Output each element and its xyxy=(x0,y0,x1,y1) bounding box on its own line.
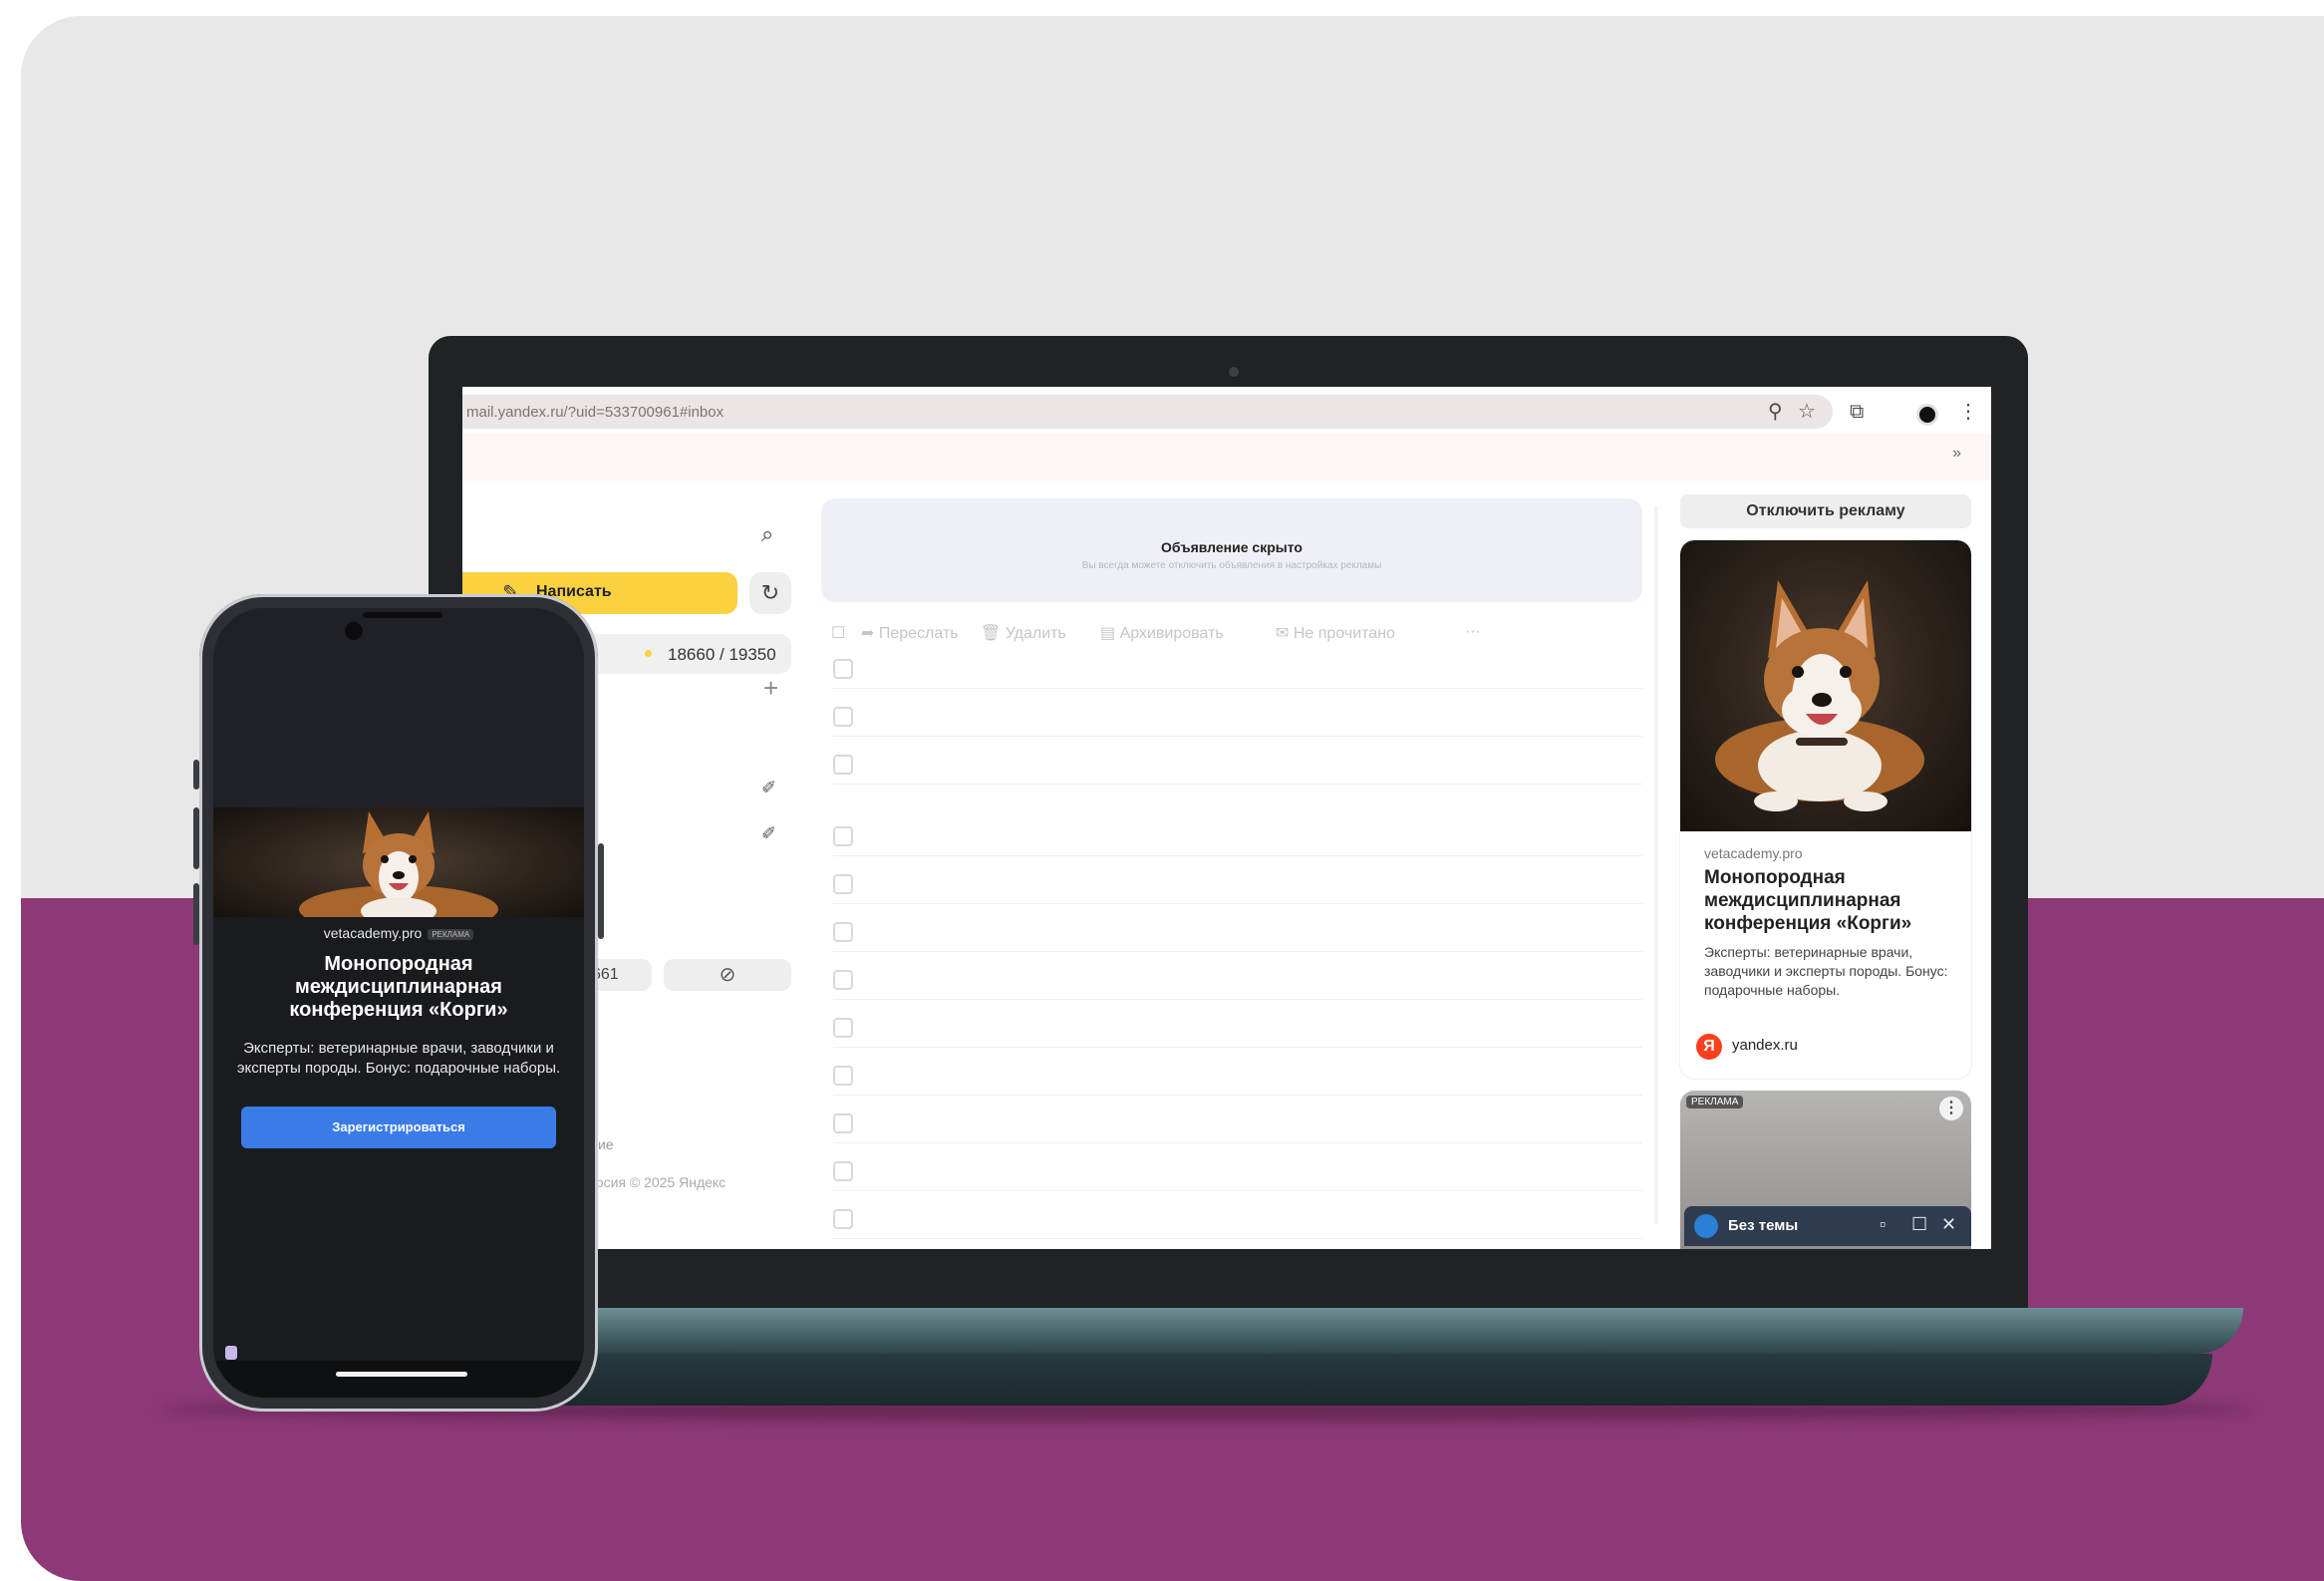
phone-volume-up xyxy=(193,807,199,869)
url-text[interactable]: mail.yandex.ru/?uid=533700961#inbox xyxy=(466,404,724,421)
laptop-base xyxy=(394,1308,2243,1354)
ad-options-icon[interactable]: ⋮ xyxy=(1939,1097,1963,1120)
ad-label-badge: РЕКЛАМА xyxy=(428,928,474,940)
ad-domain[interactable]: vetacademy.pro РЕКЛАМА xyxy=(213,925,584,941)
message-checkbox[interactable] xyxy=(833,1161,853,1181)
delete-label: Удалить xyxy=(1005,625,1066,642)
phone-screen: vetacademy.pro РЕКЛАМА Монопородная межди… xyxy=(213,608,584,1398)
zoom-icon[interactable]: ⚲ xyxy=(1768,400,1783,424)
minimize-icon[interactable]: ▫ xyxy=(1880,1214,1886,1235)
phone-status-area xyxy=(213,608,584,807)
message-checkbox[interactable] xyxy=(833,970,853,990)
archive-button[interactable]: ▤ Архивировать xyxy=(1100,623,1224,643)
message-checkbox[interactable] xyxy=(833,874,853,894)
close-icon[interactable]: ✕ xyxy=(1941,1214,1956,1235)
message-checkbox[interactable] xyxy=(833,826,853,846)
bookmarks-bar xyxy=(462,433,1991,480)
search-icon[interactable]: ⌕ xyxy=(761,521,773,547)
message-row[interactable] xyxy=(833,1150,1642,1191)
delete-button[interactable]: 🗑 Удалить xyxy=(981,623,1066,643)
unread-label: Не прочитано xyxy=(1293,625,1395,642)
ad-title[interactable]: Монопородная междисциплинарная конференц… xyxy=(1704,866,1963,935)
clear-folder-icon[interactable]: ✐ xyxy=(761,823,776,844)
hidden-ad-banner: Объявление скрыто Вы всегда можете отклю… xyxy=(821,498,1642,602)
yandex-logo-icon: Я xyxy=(1696,1034,1722,1060)
profile-icon[interactable] xyxy=(1916,404,1938,426)
forward-label: Переслать xyxy=(878,625,959,642)
ad-domain-text: vetacademy.pro xyxy=(323,925,423,941)
phone-bottom-area xyxy=(213,1361,584,1398)
message-checkbox[interactable] xyxy=(833,659,853,679)
hidden-ad-title: Объявление скрыто xyxy=(1161,539,1303,555)
home-indicator[interactable] xyxy=(336,1372,467,1377)
laptop-base-lip xyxy=(429,1354,2212,1406)
ad-description: Эксперты: ветеринарные врачи, заводчики … xyxy=(1704,944,1948,998)
message-row[interactable] xyxy=(833,1103,1642,1143)
bookmarks-more-icon[interactable]: » xyxy=(1952,445,1961,463)
avatar xyxy=(1694,1214,1718,1238)
message-checkbox[interactable] xyxy=(833,922,853,942)
inbox-counter: 18660 / 19350 xyxy=(668,645,776,664)
message-row[interactable] xyxy=(833,959,1642,1000)
compose-window-title[interactable]: Без темы xyxy=(1728,1217,1798,1234)
mark-unread-button[interactable]: ✉ Не прочитано xyxy=(1276,623,1395,643)
extensions-icon[interactable]: ⧉ xyxy=(1850,400,1864,424)
corgi-photo xyxy=(1680,540,1971,831)
laptop-screen: mail.yandex.ru/?uid=533700961#inbox ⚲ ☆ … xyxy=(462,387,1991,1249)
footer-copyright: ерсия © 2025 Яндекс xyxy=(588,1174,726,1190)
message-row[interactable] xyxy=(833,911,1642,952)
message-row[interactable] xyxy=(833,815,1642,856)
phone-speaker xyxy=(363,612,442,618)
message-checkbox[interactable] xyxy=(833,707,853,727)
corgi-illustration xyxy=(299,811,498,917)
ad-title[interactable]: Монопородная междисциплинарная конференц… xyxy=(233,953,564,1022)
message-row[interactable] xyxy=(833,1055,1642,1096)
attachments-icon[interactable]: ⊘ xyxy=(664,959,791,991)
message-row[interactable] xyxy=(833,1007,1642,1048)
phone-power-button xyxy=(598,843,604,939)
clear-folder-icon[interactable]: ✐ xyxy=(761,778,776,798)
ad-label-badge: РЕКЛАМА xyxy=(1686,1096,1744,1108)
ad-card[interactable]: vetacademy.pro Монопородная междисциплин… xyxy=(1680,540,1971,1079)
message-checkbox[interactable] xyxy=(833,1113,853,1133)
phone-mute-switch xyxy=(193,760,199,790)
message-checkbox[interactable] xyxy=(833,1209,853,1229)
refresh-icon[interactable]: ↻ xyxy=(749,572,791,614)
register-button[interactable]: Зарегистрироваться xyxy=(241,1107,556,1148)
archive-label: Архивировать xyxy=(1119,625,1224,642)
more-button[interactable]: ··· xyxy=(1465,623,1481,641)
message-checkbox[interactable] xyxy=(833,755,853,775)
message-toolbar: ☐ ➦ Переслать 🗑 Удалить ▤ Архивировать ✉… xyxy=(831,618,1648,648)
phone-camera xyxy=(345,622,363,640)
scrollbar[interactable] xyxy=(1654,506,1658,1224)
message-row[interactable] xyxy=(833,863,1642,904)
select-all-checkbox[interactable]: ☐ xyxy=(831,623,845,643)
corgi-photo[interactable] xyxy=(213,807,584,917)
disable-ads-button[interactable]: Отключить рекламу xyxy=(1680,494,1971,528)
ad-description: Эксперты: ветеринарные врачи, заводчики … xyxy=(236,1040,561,1077)
message-row[interactable] xyxy=(833,648,1642,689)
phone: vetacademy.pro РЕКЛАМА Монопородная межди… xyxy=(193,594,604,1412)
message-row[interactable] xyxy=(833,1198,1642,1239)
privacy-icon xyxy=(225,1346,237,1360)
phone-volume-down xyxy=(193,883,199,945)
message-row[interactable] xyxy=(833,696,1642,737)
star-icon[interactable]: ☆ xyxy=(1798,400,1816,424)
menu-icon[interactable]: ⋮ xyxy=(1958,400,1978,424)
unread-dot xyxy=(645,650,652,657)
add-folder-icon[interactable]: + xyxy=(763,673,778,704)
ad-source[interactable]: yandex.ru xyxy=(1732,1037,1798,1054)
compose-minimized-window[interactable]: Без темы ▫ ☐ ✕ xyxy=(1684,1206,1971,1246)
corgi-illustration xyxy=(1715,580,1924,811)
ad-domain[interactable]: vetacademy.pro xyxy=(1704,845,1803,861)
hidden-ad-subtitle: Вы всегда можете отключить объявления в … xyxy=(1081,560,1382,571)
browser-toolbar: mail.yandex.ru/?uid=533700961#inbox ⚲ ☆ … xyxy=(462,387,1991,433)
expand-icon[interactable]: ☐ xyxy=(1911,1214,1927,1235)
message-row[interactable] xyxy=(833,744,1642,785)
footer-link[interactable]: ие xyxy=(598,1136,614,1152)
message-checkbox[interactable] xyxy=(833,1018,853,1038)
message-checkbox[interactable] xyxy=(833,1066,853,1086)
forward-button[interactable]: ➦ Переслать xyxy=(861,623,959,643)
laptop-camera xyxy=(1229,367,1239,377)
